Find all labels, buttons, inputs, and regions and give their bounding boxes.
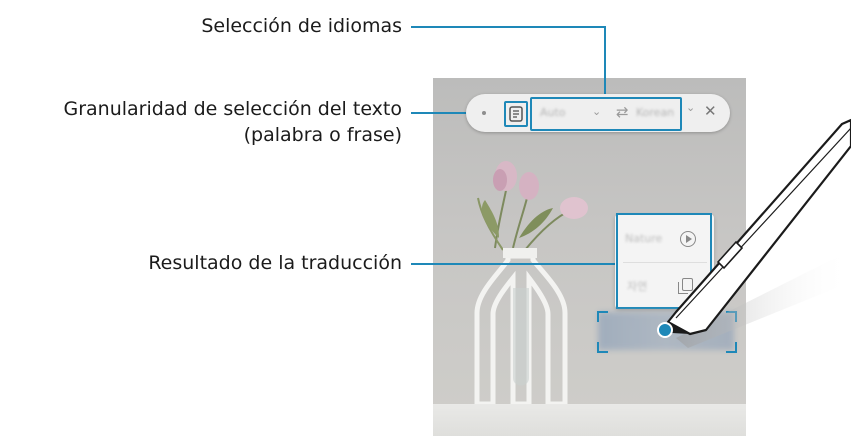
leader-line-language-h	[411, 26, 606, 28]
selection-handle-top-right[interactable]	[726, 311, 737, 322]
swap-languages-icon[interactable]: ⇄	[616, 103, 629, 121]
close-icon[interactable]: ✕	[704, 102, 717, 120]
target-language-select[interactable]: Korean	[636, 106, 674, 119]
granularity-toggle-button[interactable]	[504, 101, 528, 127]
text-granularity-icon	[509, 106, 523, 122]
translation-result-highlight	[616, 213, 712, 309]
selection-handle-bottom-right[interactable]	[726, 342, 737, 353]
translator-toolbar: Auto ⌄ ⇄ Korean ⌄ ✕	[466, 94, 730, 132]
callout-translation-result: Resultado de la traducción	[148, 252, 402, 274]
shelf	[433, 404, 746, 436]
leader-line-language-v	[604, 26, 606, 98]
pen-pointer-indicator	[657, 322, 673, 338]
callout-granularity: Granularidad de selección del texto (pal…	[64, 96, 403, 148]
leader-line-result	[411, 263, 617, 265]
selection-handle-bottom-left[interactable]	[597, 342, 608, 353]
callout-granularity-line2: (palabra o frase)	[243, 124, 402, 146]
callout-granularity-line1: Granularidad de selección del texto	[63, 98, 403, 120]
chevron-down-icon[interactable]: ⌄	[592, 105, 601, 118]
chevron-down-icon[interactable]: ⌄	[686, 101, 695, 114]
source-language-select[interactable]: Auto	[540, 106, 566, 119]
callout-language-selection: Selección de idiomas	[201, 15, 402, 37]
drag-handle-icon[interactable]	[482, 111, 486, 115]
language-selection: Auto ⌄ ⇄ Korean	[530, 97, 682, 131]
selection-handle-top-left[interactable]	[597, 311, 608, 322]
